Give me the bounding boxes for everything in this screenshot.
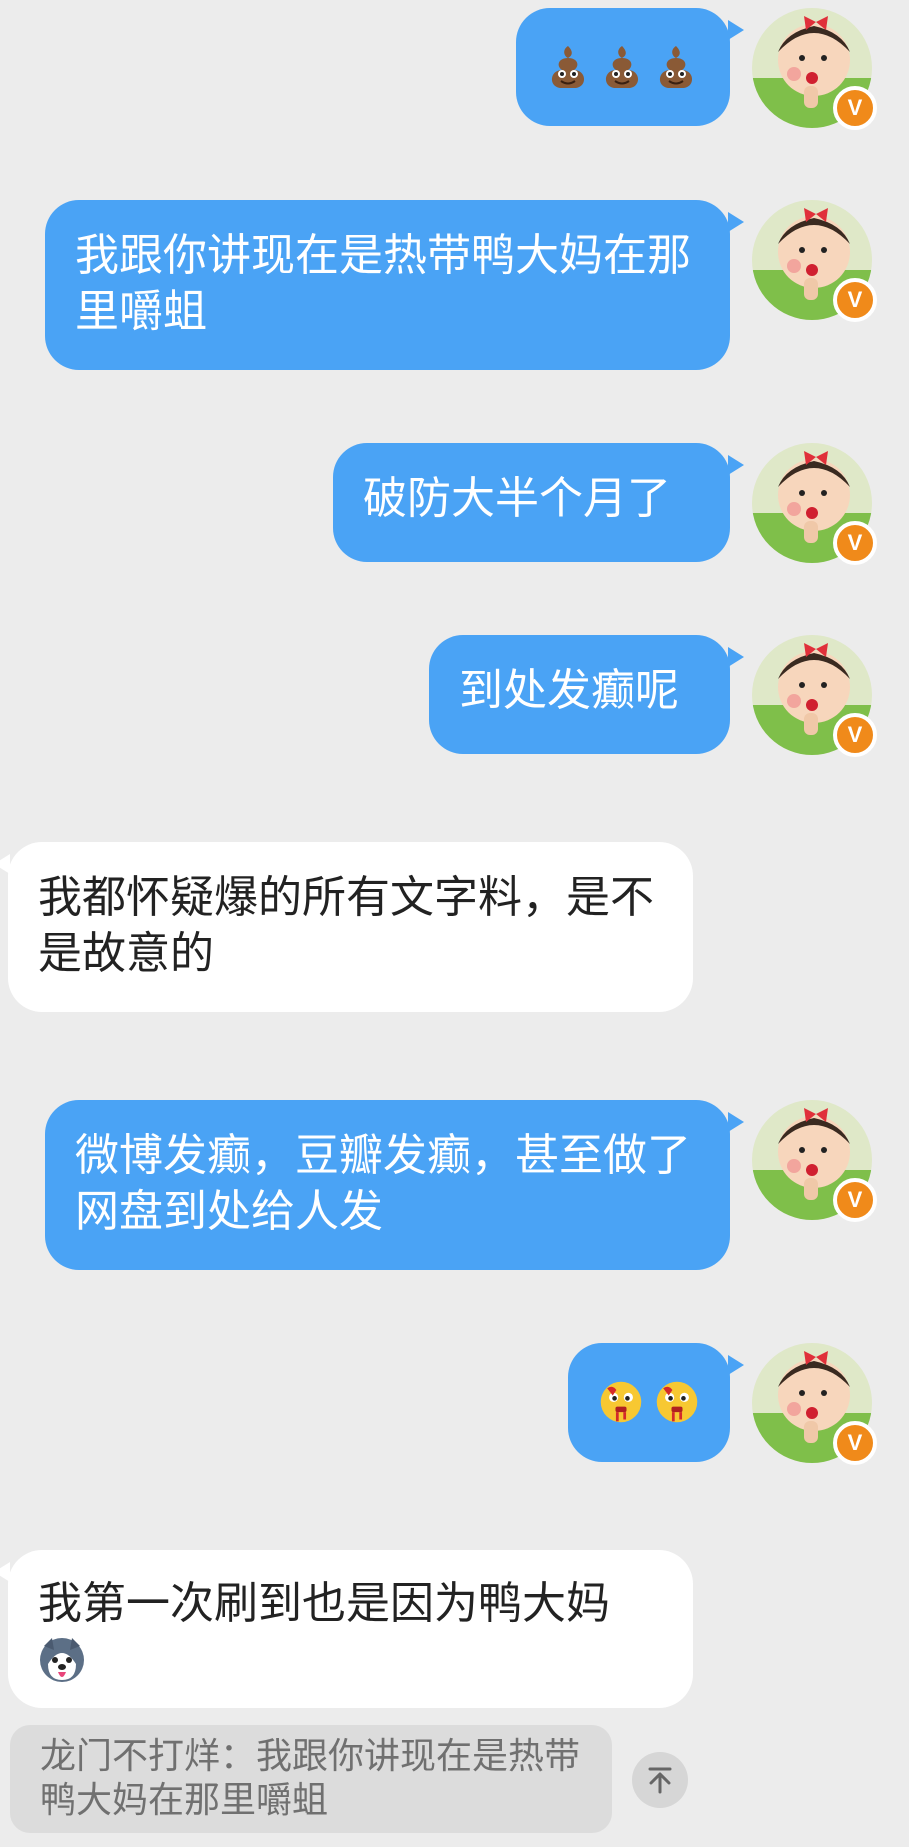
bubble-tail [728,1112,744,1132]
message-bubble-outgoing[interactable] [568,1343,730,1462]
bubble-tail [728,455,744,475]
bubble-tail [728,212,744,232]
poop-emoji-icon [605,46,639,88]
poop-emoji-icon [551,46,585,88]
bubble-tail [728,647,744,667]
message-bubble-incoming[interactable]: 我第一次刷到也是因为鸭大妈 [8,1550,693,1708]
message-text: 破防大半个月了 [363,473,671,524]
scroll-to-top-button[interactable] [632,1752,688,1808]
message-bubble-outgoing[interactable]: 我跟你讲现在是热带鸭大妈在那里嚼蛆 [45,200,730,370]
bubble-tail [0,854,10,874]
bubble-tail [728,1355,744,1375]
verified-badge-icon: V [833,521,877,565]
verified-badge-icon: V [833,713,877,757]
verified-badge-icon: V [833,86,877,130]
message-text: 我都怀疑爆的所有文字料，是不是故意的 [38,872,654,979]
message-bubble-outgoing[interactable] [516,8,730,126]
message-text: 我第一次刷到也是因为鸭大妈 [38,1578,610,1629]
message-bubble-incoming[interactable]: 我都怀疑爆的所有文字料，是不是故意的 [8,842,693,1012]
emoji-group [598,1374,700,1430]
arrow-up-icon [648,1767,672,1794]
verified-badge-icon: V [833,1421,877,1465]
verified-badge-icon: V [833,1178,877,1222]
bleeding-face-emoji-icon [600,1381,642,1423]
message-bubble-outgoing[interactable]: 微博发癫，豆瓣发癫，甚至做了网盘到处给人发 [45,1100,730,1270]
message-text: 到处发癫呢 [459,665,679,716]
verified-badge-icon: V [833,278,877,322]
quoted-message-text: 龙门不打烊：我跟你讲现在是热带鸭大妈在那里嚼蛆 [40,1736,581,1821]
quoted-message[interactable]: 龙门不打烊：我跟你讲现在是热带鸭大妈在那里嚼蛆 [10,1725,612,1833]
message-text: 微博发癫，豆瓣发癫，甚至做了网盘到处给人发 [75,1130,691,1237]
message-text: 我跟你讲现在是热带鸭大妈在那里嚼蛆 [75,230,691,337]
message-bubble-outgoing[interactable]: 到处发癫呢 [429,635,730,754]
bubble-tail [0,1562,10,1582]
message-bubble-outgoing[interactable]: 破防大半个月了 [333,443,730,562]
bleeding-face-emoji-icon [656,1381,698,1423]
poop-emoji-icon [659,46,693,88]
emoji-group [546,39,700,95]
bubble-tail [728,20,744,40]
husky-dog-emoji-icon [40,1638,84,1682]
